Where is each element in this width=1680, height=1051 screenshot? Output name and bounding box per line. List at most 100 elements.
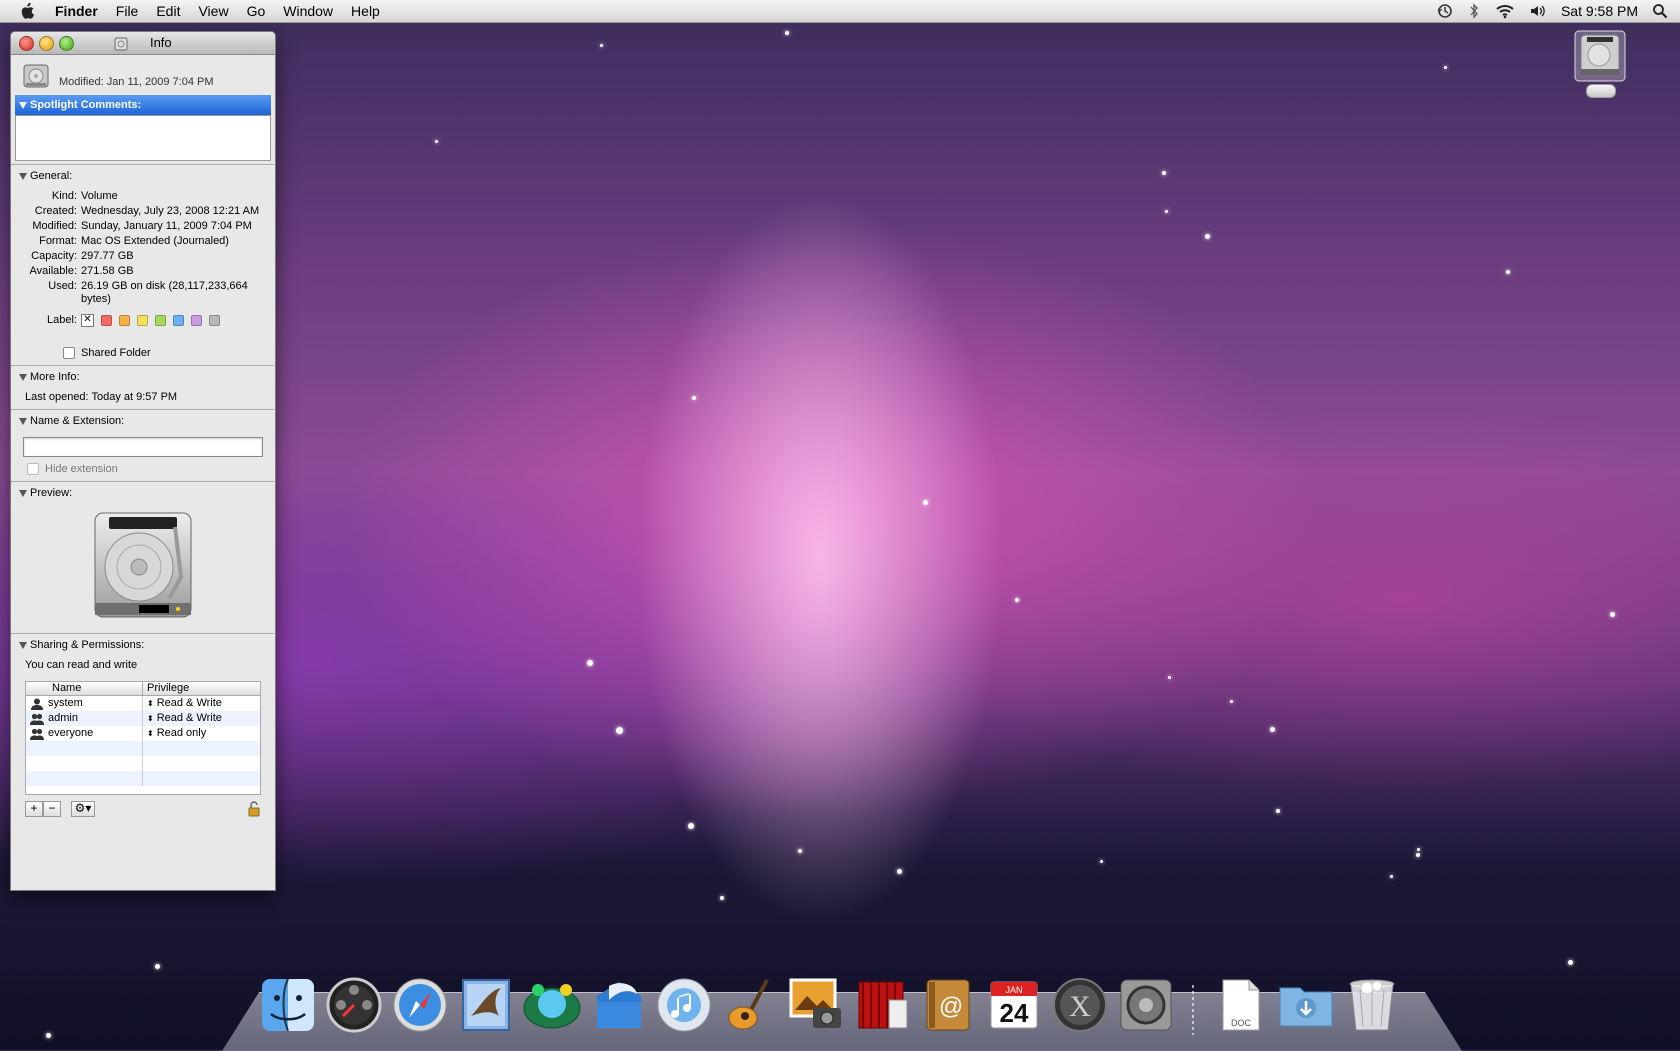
openoffice-icon[interactable] [588,975,648,1035]
ical-icon[interactable]: JAN 24 [984,975,1044,1035]
group-icon [30,728,44,740]
disclosure-triangle-icon [19,373,27,381]
name-field[interactable] [23,437,263,458]
ical-month: JAN [1005,985,1022,995]
info-header: Modified: Jan 11, 2009 7:04 PM [11,55,275,95]
hide-extension-label: Hide extension [45,463,118,476]
hide-extension-checkbox[interactable] [27,463,39,476]
menu-view[interactable]: View [189,3,237,19]
used-value: 26.19 GB on disk (28,117,233,664 bytes) [81,280,248,305]
capacity-label: Capacity: [31,250,77,262]
remove-user-button[interactable]: − [43,801,61,818]
photo-booth-icon[interactable] [522,975,582,1035]
label-colors: ✕ [81,314,275,327]
label-color-blue[interactable] [173,315,184,326]
system-x-icon[interactable]: X [1050,975,1110,1035]
label-color-red[interactable] [101,315,112,326]
trash-icon[interactable] [1342,975,1402,1035]
disclosure-triangle-icon [19,101,27,109]
general-section: Kind: Volume Created: Wednesday, July 23, … [11,186,275,360]
info-titlebar[interactable]: Info [11,32,275,55]
column-header-name[interactable]: Name [26,682,143,696]
hide-extension-row: Hide extension [27,463,275,476]
permission-privilege[interactable]: Read only [157,727,207,739]
table-row-empty [26,756,260,772]
garageband-icon[interactable] [720,975,780,1035]
document-icon[interactable]: DOC [1210,975,1270,1035]
permissions-table: Name Privilege system ⬍ Read & Write admi… [25,681,261,796]
zoom-button[interactable] [59,36,74,51]
label-color-orange[interactable] [119,315,130,326]
iphoto-icon[interactable] [786,975,846,1035]
label-label: Label: [47,314,77,326]
drive-title-icon [114,37,128,51]
table-row[interactable]: admin ⬍ Read & Write [26,711,260,727]
label-color-yellow[interactable] [137,315,148,326]
menu-clock[interactable]: Sat 9:58 PM [1561,3,1638,19]
kind-value: Volume [81,190,118,202]
permission-privilege[interactable]: Read & Write [157,697,222,709]
svg-text:X: X [1069,990,1091,1023]
wifi-icon[interactable] [1495,3,1515,19]
mail-icon[interactable] [456,975,516,1035]
downloads-folder-icon[interactable] [1276,975,1336,1035]
spotlight-icon[interactable] [1652,3,1668,19]
disclosure-triangle-icon [19,641,27,649]
desktop-hard-drive-icon[interactable] [1573,29,1627,83]
sharing-permissions-header[interactable]: Sharing & Permissions: [11,635,275,655]
menu-help[interactable]: Help [342,3,389,19]
label-none-button[interactable]: ✕ [81,314,94,327]
lock-icon[interactable] [247,801,261,817]
shared-folder-checkbox[interactable] [63,347,75,360]
disclosure-triangle-icon [19,417,27,425]
spotlight-comments-field[interactable] [15,115,271,161]
permission-name: everyone [48,727,94,740]
menu-file[interactable]: File [107,3,148,19]
hard-drive-preview-icon [94,512,192,618]
name-extension-header[interactable]: Name & Extension: [11,411,275,431]
column-header-privilege[interactable]: Privilege [143,682,189,695]
bluetooth-icon[interactable] [1467,3,1481,19]
general-section-header[interactable]: General: [11,166,275,186]
spotlight-comments-header[interactable]: Spotlight Comments: [15,95,271,115]
available-label: Available: [29,265,78,277]
used-label: Used: [48,280,77,292]
minimize-button[interactable] [39,36,54,51]
itunes-icon[interactable] [654,975,714,1035]
shared-folder-row[interactable]: Shared Folder [63,347,275,360]
address-book-icon[interactable]: @ [918,975,978,1035]
label-color-green[interactable] [155,315,166,326]
close-button[interactable] [19,36,34,51]
preview-header[interactable]: Preview: [11,483,275,503]
apple-menu-icon[interactable] [18,3,36,19]
table-row[interactable]: everyone ⬍ Read only [26,726,260,742]
table-row[interactable]: system ⬍ Read & Write [26,696,260,712]
ical-day: 24 [1000,998,1029,1028]
disclosure-triangle-icon [19,489,27,497]
capacity-value: 297.77 GB [81,250,134,262]
desktop-drive-label[interactable] [1586,84,1616,98]
add-user-button[interactable]: + [25,801,43,818]
permission-privilege[interactable]: Read & Write [157,712,222,724]
disclosure-triangle-icon [19,172,27,180]
label-color-purple[interactable] [191,315,202,326]
menu-edit[interactable]: Edit [147,3,189,19]
dashboard-icon[interactable] [324,975,384,1035]
modified-label: Modified: [32,220,77,232]
safari-icon[interactable] [390,975,450,1035]
finder-icon[interactable] [258,975,318,1035]
doc-label: DOC [1231,1018,1252,1028]
dock-separator [1192,985,1194,1035]
label-color-gray[interactable] [209,315,220,326]
time-machine-icon[interactable] [1437,3,1453,19]
system-preferences-icon[interactable] [1116,975,1176,1035]
menu-go[interactable]: Go [238,3,275,19]
more-info-header[interactable]: More Info: [11,367,275,387]
front-row-icon[interactable] [852,975,912,1035]
hard-drive-icon [23,64,49,88]
menu-app-finder[interactable]: Finder [46,3,107,19]
volume-icon[interactable] [1529,3,1547,19]
permission-name: admin [48,712,78,725]
gear-icon[interactable]: ⚙▾ [71,801,95,818]
menu-window[interactable]: Window [274,3,342,19]
